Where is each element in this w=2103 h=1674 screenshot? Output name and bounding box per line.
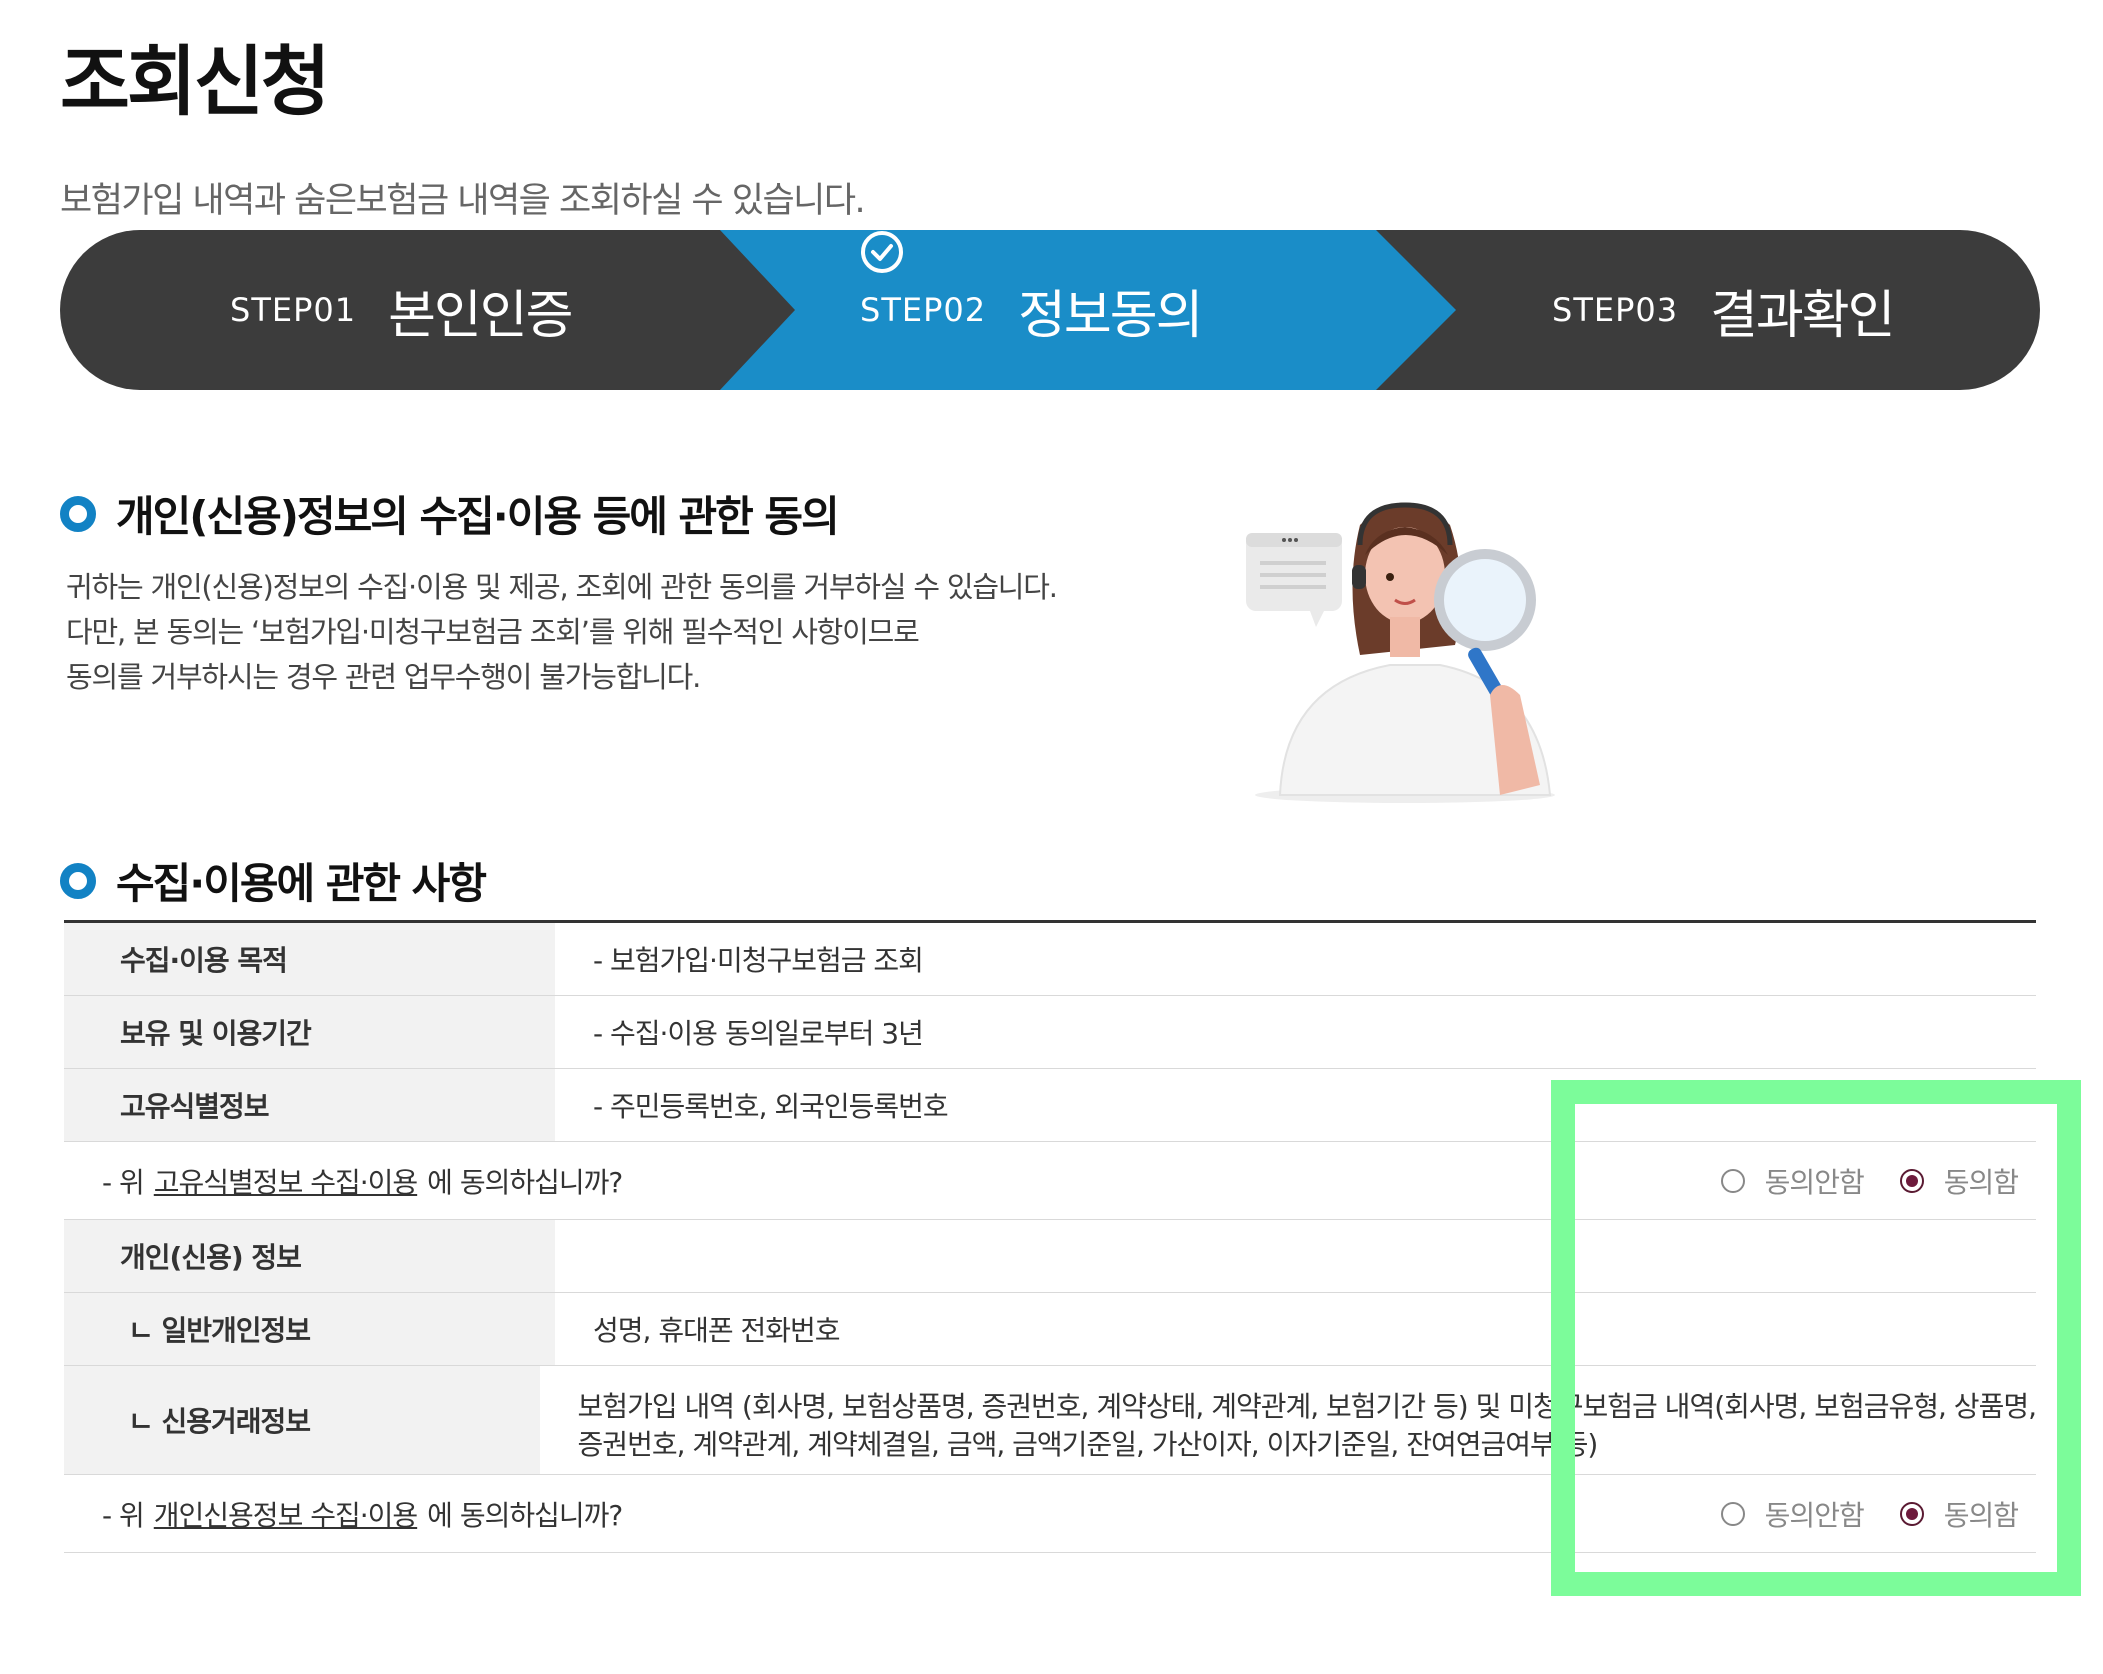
step-2: STEP02 정보동의 (860, 230, 1259, 390)
table-row: ㄴ 일반개인정보 성명, 휴대폰 전화번호 (64, 1293, 2036, 1366)
table-row: 개인(신용) 정보 (64, 1220, 2036, 1293)
step-2-number: STEP02 (860, 291, 987, 329)
consent-section-title: 개인(신용)정보의 수집·이용 등에 관한 동의 (60, 483, 840, 544)
credit-info-link[interactable]: 개인신용정보 수집·이용 (154, 1494, 418, 1534)
radio-agree[interactable] (1899, 1501, 1924, 1526)
row-label: 수집·이용 목적 (64, 923, 555, 995)
row-label: 개인(신용) 정보 (64, 1220, 555, 1292)
radio-agree-label[interactable]: 동의함 (1944, 1494, 2019, 1534)
consent-intro-line: 동의를 거부하시는 경우 관련 업무수행이 불가능합니다. (66, 660, 701, 694)
step-2-label: 정보동의 (1018, 285, 1203, 346)
usage-title-text: 수집·이용에 관한 사항 (116, 859, 487, 908)
page-title: 조회신청 (60, 37, 331, 126)
radio-disagree-label[interactable]: 동의안함 (1765, 1161, 1865, 1201)
step-1: STEP01 본인인증 (230, 230, 573, 390)
step-1-label: 본인인증 (388, 285, 573, 346)
table-row: 고유식별정보 - 주민등록번호, 외국인등록번호 (64, 1069, 2036, 1142)
table-row: ㄴ 신용거래정보 보험가입 내역 (회사명, 보험상품명, 증권번호, 계약상태… (64, 1366, 2037, 1475)
consultant-illustration (1240, 485, 1610, 805)
radio-agree-label[interactable]: 동의함 (1944, 1161, 2019, 1201)
question-prefix: - 위 (102, 1498, 145, 1532)
row-value: 성명, 휴대폰 전화번호 (593, 1314, 841, 1347)
usage-section-title: 수집·이용에 관한 사항 (60, 850, 487, 911)
row-value: - 주민등록번호, 외국인등록번호 (593, 1090, 949, 1123)
unique-id-link[interactable]: 고유식별정보 수집·이용 (154, 1161, 418, 1201)
radio-group-credit-info: 동의안함 동의함 (1720, 1494, 2036, 1534)
table-row: 수집·이용 목적 - 보험가입·미청구보험금 조회 (64, 923, 2036, 996)
row-label: ㄴ 일반개인정보 (64, 1293, 555, 1365)
page-description: 보험가입 내역과 숨은보험금 내역을 조회하실 수 있습니다. (60, 181, 866, 221)
question-suffix: 에 동의하십니까? (427, 1165, 623, 1199)
step-1-number: STEP01 (230, 291, 357, 329)
row-value: - 수집·이용 동의일로부터 3년 (593, 1017, 924, 1050)
row-label: 보유 및 이용기간 (64, 996, 555, 1068)
usage-table: 수집·이용 목적 - 보험가입·미청구보험금 조회 보유 및 이용기간 - 수집… (64, 920, 2037, 1553)
credit-value-line: 증권번호, 계약관계, 계약체결일, 금액, 금액기준일, 가산이자, 이자기준… (577, 1428, 1599, 1461)
check-circle-icon (861, 231, 1259, 332)
step-3: STEP03 결과확인 (1552, 230, 1895, 390)
radio-disagree[interactable] (1720, 1168, 1745, 1193)
step-3-label: 결과확인 (1710, 285, 1895, 346)
consent-question-unique-id: - 위 고유식별정보 수집·이용 에 동의하십니까? 동의안함 동의함 (64, 1142, 2036, 1220)
question-prefix: - 위 (102, 1165, 145, 1199)
row-value: - 보험가입·미청구보험금 조회 (593, 944, 924, 977)
table-row: 보유 및 이용기간 - 수집·이용 동의일로부터 3년 (64, 996, 2036, 1069)
row-value: 보험가입 내역 (회사명, 보험상품명, 증권번호, 계약상태, 계약관계, 보… (540, 1366, 2037, 1474)
consent-question-credit-info: - 위 개인신용정보 수집·이용 에 동의하십니까? 동의안함 동의함 (64, 1475, 2036, 1553)
row-label: 고유식별정보 (64, 1069, 555, 1141)
radio-disagree-label[interactable]: 동의안함 (1765, 1494, 1865, 1534)
radio-disagree[interactable] (1720, 1501, 1745, 1526)
consent-intro: 귀하는 개인(신용)정보의 수집·이용 및 제공, 조회에 관한 동의를 거부하… (66, 565, 1058, 700)
radio-agree[interactable] (1899, 1168, 1924, 1193)
radio-group-unique-id: 동의안함 동의함 (1720, 1161, 2036, 1201)
consent-title-text: 개인(신용)정보의 수집·이용 등에 관한 동의 (116, 492, 840, 541)
step-progress-bar: STEP01 본인인증 STEP02 정보동의 STEP03 결과확인 (60, 230, 2040, 390)
step-3-number: STEP03 (1552, 291, 1679, 329)
row-label: ㄴ 신용거래정보 (64, 1366, 540, 1474)
credit-value-line: 보험가입 내역 (회사명, 보험상품명, 증권번호, 계약상태, 계약관계, 보… (577, 1390, 2037, 1423)
section-bullet-icon (60, 862, 96, 899)
question-suffix: 에 동의하십니까? (427, 1498, 623, 1532)
consent-intro-line: 다만, 본 동의는 ‘보험가입·미청구보험금 조회’를 위해 필수적인 사항이므… (66, 615, 920, 649)
section-bullet-icon (60, 495, 96, 532)
consent-intro-line: 귀하는 개인(신용)정보의 수집·이용 및 제공, 조회에 관한 동의를 거부하… (66, 570, 1058, 604)
row-value-empty (555, 1220, 2036, 1292)
chat-bubble-icon (1246, 533, 1342, 627)
